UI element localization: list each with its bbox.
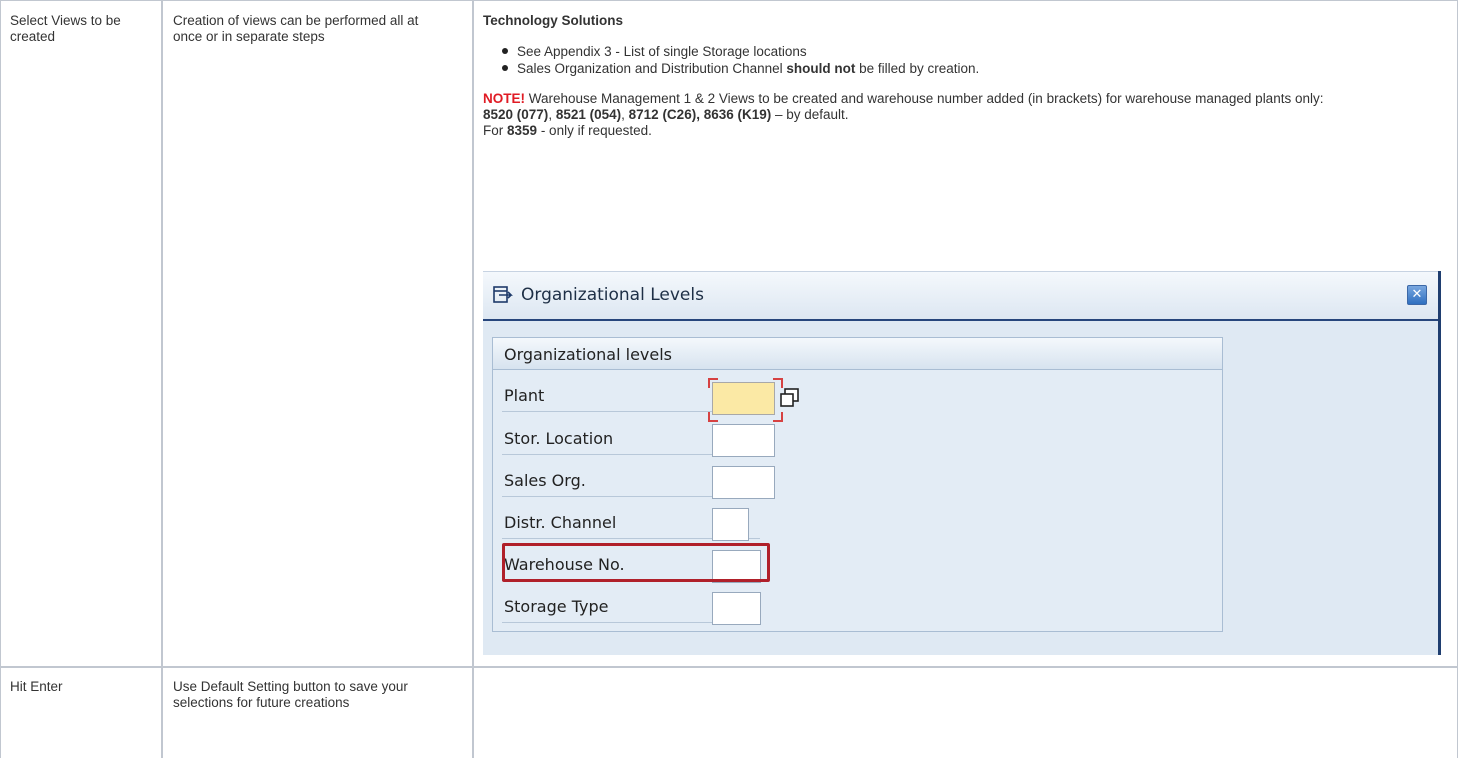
table-cell-description-2: Use Default Setting button to save your … (173, 679, 408, 710)
multiple-selection-icon[interactable] (780, 388, 800, 408)
sales-org-field[interactable] (712, 466, 775, 499)
table-border-left (0, 0, 1, 758)
table-border-right (1457, 0, 1458, 758)
distribution-channel-field[interactable] (712, 508, 749, 541)
table-cell-details-1: Technology Solutions See Appendix 3 - Li… (483, 13, 1448, 139)
group-header: Organizational levels (493, 338, 1222, 370)
plant-field[interactable] (712, 382, 775, 415)
close-icon[interactable]: ✕ (1407, 285, 1427, 305)
focus-indicator (708, 378, 718, 388)
plants-line: 8520 (077), 8521 (054), 8712 (C26), 8636… (483, 107, 849, 122)
focus-indicator (773, 378, 783, 388)
dialog-titlebar: Organizational Levels ✕ (483, 271, 1438, 321)
table-cell-step-1: Select Views to be created (10, 13, 121, 44)
section-heading: Technology Solutions (483, 13, 623, 28)
focus-indicator (773, 412, 783, 422)
column-divider-2 (472, 0, 474, 758)
table-border-top (0, 0, 1458, 1)
organizational-levels-dialog: Organizational Levels ✕ Organizational l… (483, 271, 1441, 655)
sales-org-label: Sales Org. (504, 471, 586, 490)
note-paragraph: NOTE! Warehouse Management 1 & 2 Views t… (483, 91, 1324, 106)
list-item: See Appendix 3 - List of single Storage … (502, 43, 1448, 60)
storage-location-field[interactable] (712, 424, 775, 457)
note-label: NOTE! (483, 91, 525, 106)
dialog-title: Organizational Levels (521, 285, 704, 305)
request-line: For 8359 - only if requested. (483, 123, 652, 138)
column-divider-1 (161, 0, 163, 758)
table-cell-description-1: Creation of views can be performed all a… (173, 13, 419, 44)
focus-indicator (708, 412, 718, 422)
organizational-levels-group: Organizational levels Plant Stor. Locati… (492, 337, 1223, 632)
list-item: Sales Organization and Distribution Chan… (502, 60, 1448, 77)
storage-location-label: Stor. Location (504, 429, 614, 448)
table-cell-step-2: Hit Enter (10, 679, 63, 694)
warehouse-highlight-box (502, 543, 770, 582)
storage-type-label: Storage Type (504, 597, 609, 616)
distribution-channel-label: Distr. Channel (504, 513, 617, 532)
plant-label: Plant (504, 386, 545, 405)
group-title: Organizational levels (504, 345, 673, 364)
bullet-list: See Appendix 3 - List of single Storage … (483, 43, 1448, 77)
storage-type-field[interactable] (712, 592, 761, 625)
dialog-window-icon (493, 286, 513, 303)
row-divider (0, 666, 1458, 668)
